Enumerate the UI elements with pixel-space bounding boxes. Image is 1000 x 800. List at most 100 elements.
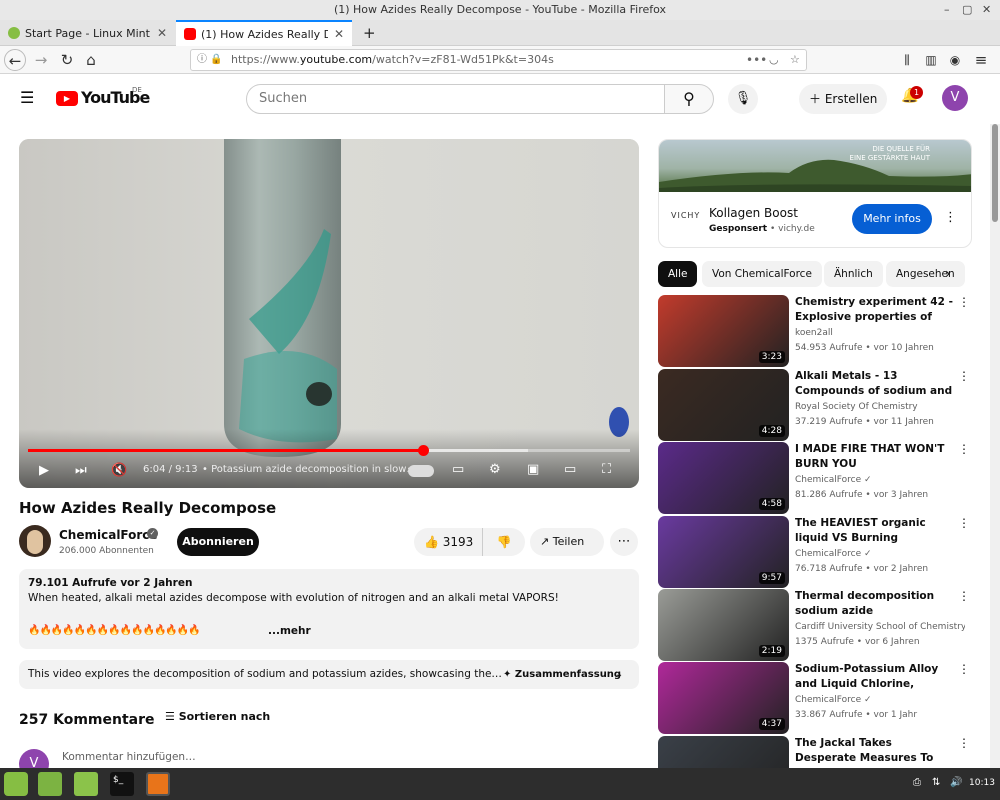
recommendation-card[interactable]: 3:23 Chemistry experiment 42 - Explosive … <box>658 295 972 367</box>
recommendation-card[interactable]: 4:37 Sodium-Potassium Alloy and Liquid Ch… <box>658 662 972 734</box>
fullscreen-icon[interactable]: ⛶ <box>602 462 611 477</box>
video-thumbnail[interactable]: 9:57 <box>658 516 789 588</box>
sort-comments-button[interactable]: ☰ Sortieren nach <box>165 710 270 723</box>
page-scrollbar[interactable] <box>990 124 1000 768</box>
ai-summary-box[interactable]: This video explores the decomposition of… <box>19 660 639 689</box>
search-button[interactable]: ⚲ <box>664 84 714 114</box>
recommendation-title[interactable]: The Jackal Takes Desperate Measures To A… <box>795 736 955 767</box>
recommendation-title[interactable]: Chemistry experiment 42 - Explosive prop… <box>795 295 955 326</box>
recommendation-channel[interactable]: ChemicalForce ✓ <box>795 549 965 559</box>
menu-icon[interactable]: ≡ <box>970 49 992 71</box>
video-thumbnail[interactable] <box>658 736 789 768</box>
recommendation-title[interactable]: The HEAVIEST organic liquid VS Burning M… <box>795 516 955 547</box>
recommendation-channel[interactable]: ChemicalForce ✓ <box>795 695 965 705</box>
dislike-button[interactable]: 👎 <box>482 528 525 556</box>
new-tab-button[interactable]: + <box>355 20 375 46</box>
theater-mode-icon[interactable]: ▭ <box>564 462 576 477</box>
scrollbar-thumb[interactable] <box>992 124 998 222</box>
more-actions-button[interactable]: ⋯ <box>610 528 638 556</box>
forward-button[interactable]: → <box>30 49 52 71</box>
description-box[interactable]: 79.101 Aufrufe vor 2 Jahren When heated,… <box>19 569 639 649</box>
recommendation-menu-icon[interactable]: ⋮ <box>958 736 970 750</box>
mint-menu-icon[interactable] <box>4 772 28 796</box>
video-thumbnail[interactable]: 2:19 <box>658 589 789 661</box>
file-manager-icon[interactable] <box>74 772 98 796</box>
recommendation-menu-icon[interactable]: ⋮ <box>958 662 970 676</box>
video-thumbnail[interactable]: 4:58 <box>658 442 789 514</box>
bookmark-star-icon[interactable]: ☆ <box>790 50 800 70</box>
firefox-icon[interactable] <box>146 772 170 796</box>
share-button[interactable]: ↗ Teilen <box>530 528 604 556</box>
back-button[interactable]: ← <box>4 49 26 71</box>
subtitles-icon[interactable]: ▭ <box>452 462 464 477</box>
recommendation-card[interactable]: 4:28 Alkali Metals - 13 Compounds of sodi… <box>658 369 972 441</box>
like-button[interactable]: 👍 3193 <box>414 528 482 556</box>
avatar[interactable]: V <box>942 85 968 111</box>
ad-title[interactable]: Kollagen Boost <box>709 206 798 220</box>
settings-gear-icon[interactable]: ⚙ <box>489 462 501 477</box>
video-thumbnail[interactable]: 3:23 <box>658 295 789 367</box>
chapter-title[interactable]: • Potassium azide decomposition in slow… <box>202 464 416 475</box>
recommendation-title[interactable]: Alkali Metals - 13 Compounds of sodium a… <box>795 369 955 400</box>
show-desktop-icon[interactable] <box>38 772 62 796</box>
reload-button[interactable]: ↻ <box>56 49 78 71</box>
youtube-logo-icon[interactable]: ▶ <box>56 91 78 106</box>
recommendation-channel[interactable]: Cardiff University School of Chemistry <box>795 622 965 632</box>
account-icon[interactable]: ◉ <box>944 49 966 71</box>
chevron-right-icon[interactable]: › <box>945 266 951 282</box>
url-bar[interactable]: ⓘ 🔒 https://www.youtube.com/watch?v=zF81… <box>190 49 807 71</box>
recommendation-card[interactable]: 4:58 I MADE FIRE THAT WON'T BURN YOU Chemi… <box>658 442 972 514</box>
recommendation-card[interactable]: The Jackal Takes Desperate Measures To A… <box>658 736 972 768</box>
recommendation-title[interactable]: I MADE FIRE THAT WON'T BURN YOU <box>795 442 955 472</box>
show-more-link[interactable]: ...mehr <box>268 625 311 637</box>
chip-watched[interactable]: Angesehen <box>886 261 965 287</box>
recommendation-title[interactable]: Thermal decomposition sodium azide <box>795 589 955 619</box>
recommendation-menu-icon[interactable]: ⋮ <box>958 516 970 530</box>
next-icon[interactable]: ⏭ <box>75 463 87 478</box>
pocket-icon[interactable]: ◡ <box>769 50 779 70</box>
voice-search-button[interactable]: 🎙 <box>728 84 758 114</box>
sidebar-icon[interactable]: ▥ <box>920 49 942 71</box>
ad-menu-icon[interactable]: ⋮ <box>944 210 957 225</box>
home-button[interactable]: ⌂ <box>80 49 102 71</box>
recommendation-title[interactable]: Sodium-Potassium Alloy and Liquid Chlori… <box>795 662 955 693</box>
autoplay-toggle[interactable] <box>408 465 434 477</box>
recommendation-card[interactable]: 9:57 The HEAVIEST organic liquid VS Burni… <box>658 516 972 588</box>
network-icon[interactable]: ⇅ <box>932 777 940 788</box>
terminal-icon[interactable]: $_ <box>110 772 134 796</box>
channel-name[interactable]: ChemicalForce <box>59 528 158 542</box>
maximize-icon[interactable]: ▢ <box>962 0 972 20</box>
channel-avatar[interactable] <box>19 525 51 557</box>
recommendation-menu-icon[interactable]: ⋮ <box>958 442 970 456</box>
video-thumbnail[interactable]: 4:37 <box>658 662 789 734</box>
sponsored-ad[interactable]: DIE QUELLE FÜR EINE GESTÄRKTE HAUT VICHY … <box>658 139 972 248</box>
minimize-icon[interactable]: – <box>944 0 950 20</box>
chip-all[interactable]: Alle <box>658 261 698 287</box>
search-input[interactable]: Suchen <box>246 84 665 114</box>
recommendation-channel[interactable]: ChemicalForce ✓ <box>795 475 965 485</box>
hamburger-menu-icon[interactable]: ☰ <box>20 88 34 107</box>
mute-icon[interactable]: 🔇 <box>111 463 127 478</box>
comment-input[interactable]: Kommentar hinzufügen… <box>62 751 196 763</box>
page-actions-icon[interactable]: ••• <box>746 50 767 70</box>
miniplayer-icon[interactable]: ▣ <box>527 462 539 477</box>
close-window-icon[interactable]: ✕ <box>982 0 991 20</box>
volume-icon[interactable]: 🔊 <box>950 777 962 788</box>
close-tab-icon[interactable]: ✕ <box>334 27 344 41</box>
recommendation-menu-icon[interactable]: ⋮ <box>958 589 970 603</box>
tab-youtube[interactable]: (1) How Azides Really Decompose ✕ <box>176 20 352 46</box>
chip-related[interactable]: Ähnlich <box>824 261 883 287</box>
recommendation-menu-icon[interactable]: ⋮ <box>958 295 970 309</box>
recommendation-card[interactable]: 2:19 Thermal decomposition sodium azide Ca… <box>658 589 972 661</box>
ad-cta-button[interactable]: Mehr infos <box>852 204 932 234</box>
printer-icon[interactable]: ⎙ <box>913 777 921 788</box>
subscribe-button[interactable]: Abonnieren <box>177 528 259 556</box>
video-thumbnail[interactable]: 4:28 <box>658 369 789 441</box>
create-button[interactable]: ＋ Erstellen <box>799 84 887 114</box>
tab-start-page[interactable]: Start Page - Linux Mint ✕ <box>0 20 175 46</box>
recommendation-channel[interactable]: koen2all <box>795 328 965 338</box>
play-icon[interactable]: ▶ <box>39 463 49 478</box>
chip-from-channel[interactable]: Von ChemicalForce <box>702 261 822 287</box>
video-player[interactable]: ▶ ⏭ 🔇 6:04 / 9:13 • Potassium azide deco… <box>19 139 639 488</box>
chevron-down-icon[interactable]: ⌄ <box>615 660 623 689</box>
